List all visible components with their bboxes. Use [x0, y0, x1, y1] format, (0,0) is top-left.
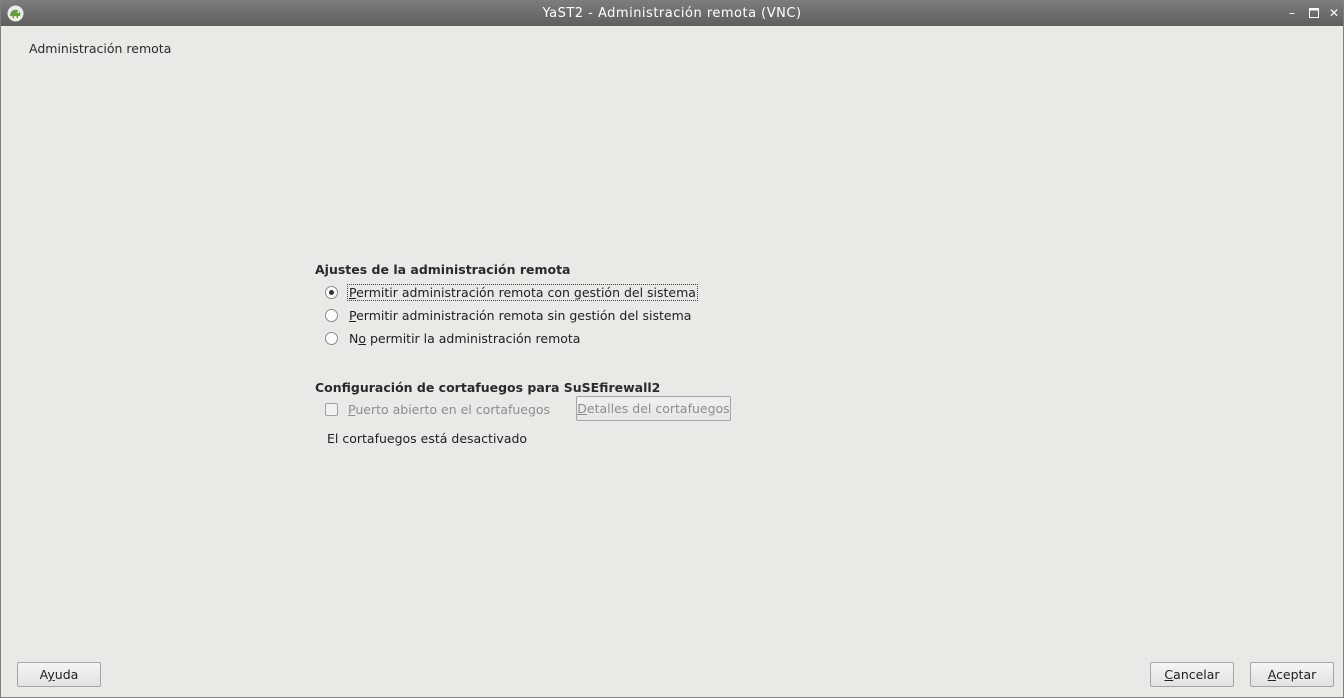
- radio-button[interactable]: [325, 331, 338, 345]
- minimize-icon[interactable]: –: [1285, 6, 1299, 20]
- radio-button[interactable]: [325, 308, 338, 322]
- radio-label-allow-without-management[interactable]: Permitir administración remota sin gesti…: [348, 308, 692, 323]
- open-port-checkbox-row: Puerto abierto en el cortafuegos: [325, 400, 551, 418]
- open-port-checkbox: [325, 402, 338, 416]
- accept-button[interactable]: Aceptar: [1250, 662, 1334, 687]
- radio-do-not-allow[interactable]: No permitir la administración remota: [325, 329, 581, 347]
- firewall-heading: Configuración de cortafuegos para SuSEfi…: [315, 380, 661, 395]
- yast-window: YaST2 - Administración remota (VNC) – ✕ …: [0, 0, 1344, 698]
- radio-button-checked[interactable]: [325, 285, 338, 299]
- remote-settings-heading: Ajustes de la administración remota: [315, 262, 571, 277]
- close-icon[interactable]: ✕: [1327, 6, 1341, 20]
- help-button[interactable]: Ayuda: [17, 662, 101, 687]
- window-title: YaST2 - Administración remota (VNC): [542, 6, 802, 21]
- dialog-title: Administración remota: [29, 41, 172, 56]
- firewall-details-button: Detalles del cortafuegos: [576, 396, 731, 421]
- maximize-icon[interactable]: [1307, 6, 1321, 20]
- firewall-status-text: El cortafuegos está desactivado: [327, 431, 528, 446]
- radio-label-do-not-allow[interactable]: No permitir la administración remota: [348, 331, 581, 346]
- open-port-label: Puerto abierto en el cortafuegos: [348, 401, 551, 417]
- title-bar[interactable]: YaST2 - Administración remota (VNC) – ✕: [1, 1, 1343, 26]
- cancel-button[interactable]: Cancelar: [1150, 662, 1234, 687]
- radio-allow-without-management[interactable]: Permitir administración remota sin gesti…: [325, 306, 692, 324]
- radio-allow-with-management[interactable]: Permitir administración remota con gesti…: [325, 283, 698, 301]
- radio-label-allow-with-management[interactable]: Permitir administración remota con gesti…: [347, 283, 698, 301]
